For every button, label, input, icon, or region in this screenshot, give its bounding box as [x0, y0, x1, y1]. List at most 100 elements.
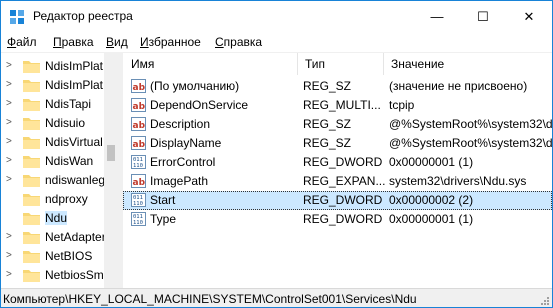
tree-item[interactable]: > NdisTapi: [1, 95, 106, 114]
value-type: REG_DWORD: [303, 212, 383, 226]
tree-item-label: Ndisuio: [45, 116, 86, 130]
column-separator[interactable]: [383, 53, 384, 75]
tree-item[interactable]: > ndiswanleg: [1, 171, 106, 190]
tree-item-label: NdisImPlat: [45, 59, 104, 73]
value-name: ImagePath: [150, 174, 209, 188]
value-row[interactable]: ab ImagePath REG_EXPAN... system32\drivers\…: [123, 172, 552, 191]
value-row[interactable]: ab (По умолчанию) REG_SZ (значение не присв…: [123, 77, 552, 96]
window-title: Редактор реестра: [33, 9, 133, 23]
column-header-type[interactable]: Тип: [305, 53, 325, 75]
value-row[interactable]: 011 110 ErrorControl REG_DWORD 0x00000001 (1…: [123, 153, 552, 172]
value-data: (значение не присвоено): [389, 79, 528, 93]
value-data: system32\drivers\Ndu.sys: [389, 174, 527, 188]
column-header-name[interactable]: Имя: [131, 53, 154, 75]
expand-chevron-icon[interactable]: >: [6, 174, 14, 186]
expand-chevron-icon[interactable]: >: [6, 117, 14, 129]
string-value-icon: ab: [131, 174, 146, 188]
maximize-button[interactable]: ☐: [460, 1, 506, 32]
svg-text:ab: ab: [133, 121, 146, 131]
value-data: @%SystemRoot%\system32\d: [389, 136, 552, 150]
resize-grip-icon[interactable]: [540, 296, 550, 306]
svg-text:ab: ab: [133, 178, 146, 188]
tree-item[interactable]: > NdisImPlat: [1, 76, 106, 95]
value-type: REG_DWORD: [303, 193, 383, 207]
expand-chevron-icon[interactable]: >: [6, 136, 14, 148]
values-list[interactable]: Имя Тип Значение ab (По умолчанию) REG_SZ (…: [123, 53, 552, 288]
folder-icon: [23, 175, 40, 187]
column-header-data[interactable]: Значение: [391, 53, 444, 75]
folder-icon: [23, 194, 40, 206]
tree-item[interactable]: > NdisVirtual: [1, 133, 106, 152]
expand-chevron-icon[interactable]: [6, 193, 14, 205]
tree-item[interactable]: > Ndisuio: [1, 114, 106, 133]
folder-icon: [23, 251, 40, 263]
menu-help[interactable]: Справка: [215, 35, 262, 49]
column-separator[interactable]: [297, 53, 298, 75]
tree-item[interactable]: Ndu: [1, 209, 106, 228]
value-row[interactable]: ab DependOnService REG_MULTI... tcpip: [123, 96, 552, 115]
folder-icon: [23, 213, 40, 225]
string-value-icon: ab: [131, 117, 146, 131]
tree-scrollbar-thumb[interactable]: [107, 145, 115, 161]
tree-item-label: NdisImPlat: [45, 78, 104, 92]
tree-item[interactable]: > NetbiosSm: [1, 266, 106, 285]
tree-item[interactable]: > NetAdapter: [1, 228, 106, 247]
title-bar[interactable]: Редактор реестра — ☐ ✕: [1, 1, 552, 32]
expand-chevron-icon[interactable]: >: [6, 60, 14, 72]
expand-chevron-icon[interactable]: >: [6, 98, 14, 110]
value-row[interactable]: ab Description REG_SZ @%SystemRoot%\system3…: [123, 115, 552, 134]
folder-icon: [23, 270, 40, 282]
svg-text:ab: ab: [133, 140, 146, 150]
expand-chevron-icon[interactable]: >: [6, 269, 14, 281]
folder-icon: [23, 156, 40, 168]
value-row[interactable]: 011 110 Start REG_DWORD 0x00000002 (2): [123, 191, 552, 210]
expand-chevron-icon[interactable]: >: [6, 79, 14, 91]
expand-chevron-icon[interactable]: >: [6, 231, 14, 243]
value-data: @%SystemRoot%\system32\d: [389, 117, 552, 131]
value-type: REG_SZ: [303, 136, 352, 150]
value-type: REG_SZ: [303, 117, 352, 131]
tree-item-label: Ndu: [45, 211, 68, 225]
menu-edit[interactable]: Правка: [53, 35, 94, 49]
status-bar: Компьютер\HKEY_LOCAL_MACHINE\SYSTEM\Cont…: [1, 288, 552, 307]
registry-editor-icon: [10, 10, 24, 24]
minimize-button[interactable]: —: [414, 1, 460, 32]
status-path: Компьютер\HKEY_LOCAL_MACHINE\SYSTEM\Cont…: [3, 292, 417, 306]
value-name: Description: [150, 117, 211, 131]
menu-file[interactable]: Файл: [7, 35, 37, 49]
tree-item-label: NdisWan: [45, 154, 94, 168]
expand-chevron-icon[interactable]: >: [6, 250, 14, 262]
expand-chevron-icon[interactable]: [6, 212, 14, 224]
tree-item-label: NdisTapi: [45, 97, 92, 111]
value-name: ErrorControl: [150, 155, 216, 169]
tree-scrollbar[interactable]: [104, 53, 118, 288]
tree-item-label: NetAdapter: [45, 230, 106, 244]
string-value-icon: ab: [131, 79, 146, 93]
tree-item-label: ndproxy: [45, 192, 88, 206]
value-row[interactable]: 011 110 Type REG_DWORD 0x00000001 (1): [123, 210, 552, 229]
value-data: 0x00000002 (2): [389, 193, 474, 207]
value-type: REG_MULTI...: [303, 98, 381, 112]
tree-item[interactable]: > NdisWan: [1, 152, 106, 171]
svg-text:ab: ab: [133, 102, 146, 112]
tree-item-label: ndiswanleg: [45, 173, 106, 187]
tree-item[interactable]: > NetBIOS: [1, 247, 106, 266]
binary-value-icon: 011110: [131, 155, 146, 169]
value-name: DisplayName: [150, 136, 222, 150]
svg-text:ab: ab: [133, 83, 146, 93]
key-tree[interactable]: > NdisImPlat > NdisImPlat > NdisTapi > Ndisuio >…: [1, 53, 118, 288]
value-data: 0x00000001 (1): [389, 155, 474, 169]
menu-favorites[interactable]: Избранное: [140, 35, 201, 49]
value-name: Type: [150, 212, 177, 226]
value-row[interactable]: ab DisplayName REG_SZ @%SystemRoot%\system3…: [123, 134, 552, 153]
value-name: DependOnService: [150, 98, 249, 112]
value-name: Start: [150, 193, 176, 207]
tree-item[interactable]: ndproxy: [1, 190, 106, 209]
folder-icon: [23, 99, 40, 111]
tree-item[interactable]: > NdisImPlat: [1, 57, 106, 76]
folder-icon: [23, 118, 40, 130]
expand-chevron-icon[interactable]: >: [6, 155, 14, 167]
value-name: (По умолчанию): [150, 79, 240, 93]
close-button[interactable]: ✕: [506, 1, 552, 32]
menu-view[interactable]: Вид: [106, 35, 128, 49]
